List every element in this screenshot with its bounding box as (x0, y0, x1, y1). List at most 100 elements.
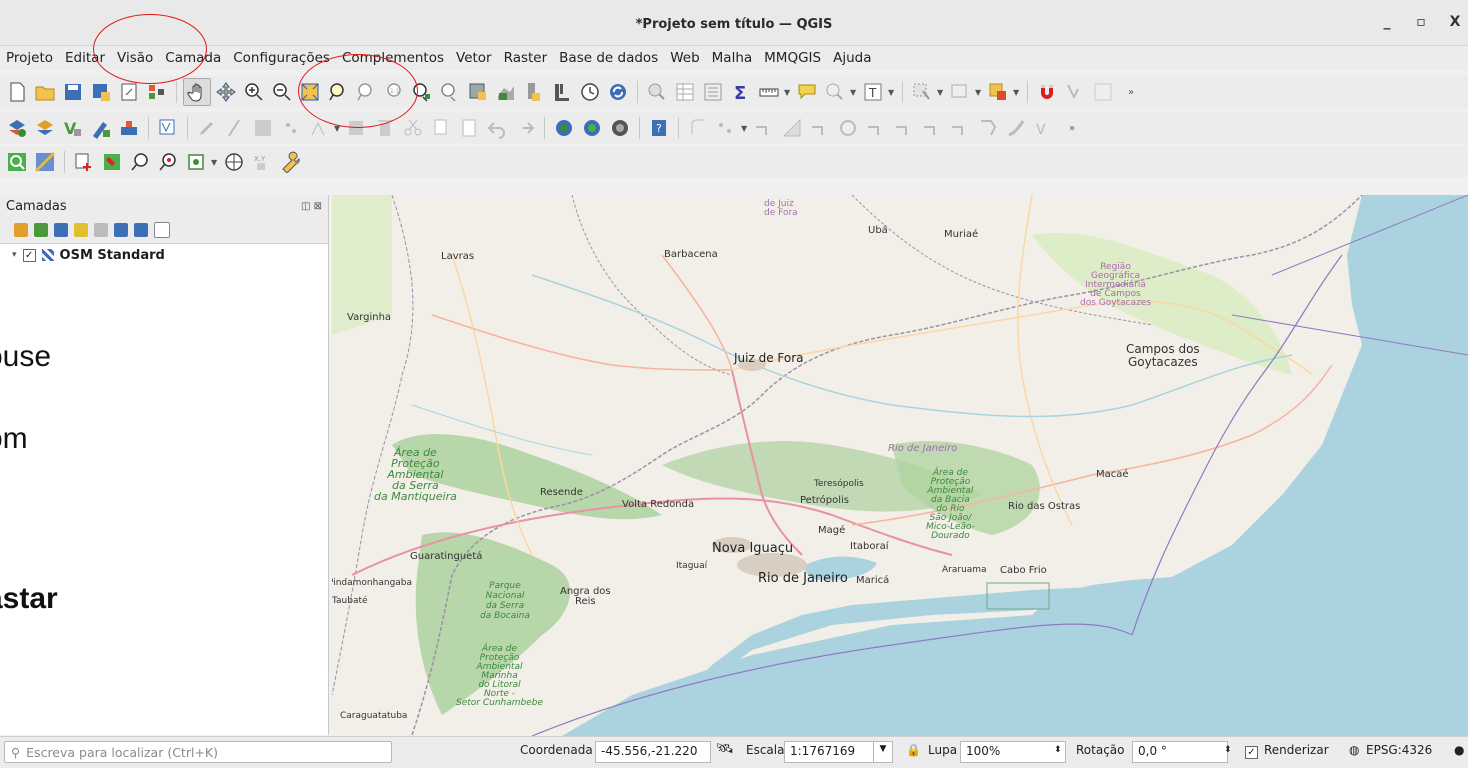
offset-curve-icon[interactable] (779, 115, 805, 141)
attribute-table-icon[interactable] (672, 79, 698, 105)
zoom-to-selection-icon[interactable] (325, 79, 351, 105)
statistics-sum-icon[interactable]: Σ (728, 79, 754, 105)
locator-search[interactable]: ⚲ Escreva para localizar (Ctrl+K) (4, 741, 392, 763)
overflow-icon[interactable]: » (1118, 79, 1144, 105)
chevron-down-icon[interactable]: ▼ (975, 88, 983, 97)
maximize-button[interactable]: ▫ (1414, 14, 1428, 30)
vector-misc-icon[interactable]: V (1031, 115, 1057, 141)
clock-icon[interactable] (577, 79, 603, 105)
collapse-all-icon[interactable] (134, 223, 148, 237)
chevron-down-icon[interactable]: ▼ (937, 88, 945, 97)
toggle-extents-icon[interactable]: 🛰 (716, 741, 734, 757)
lock-icon[interactable]: 🔒 (906, 743, 921, 757)
add-layer-icon[interactable] (4, 115, 30, 141)
measure-icon[interactable] (756, 79, 782, 105)
style-manager-icon[interactable] (144, 79, 170, 105)
scale-dropdown[interactable]: ▼ (873, 741, 893, 763)
add-virtual-layer-icon[interactable] (155, 115, 181, 141)
edit-pencil-icon[interactable] (194, 115, 220, 141)
crs-button[interactable]: EPSG:4326 (1366, 743, 1432, 757)
menu-camada[interactable]: Camada (159, 50, 227, 66)
deselect-icon[interactable] (985, 79, 1011, 105)
save-as-icon[interactable] (88, 79, 114, 105)
split-features-icon[interactable] (807, 115, 833, 141)
delete-part-icon[interactable] (975, 115, 1001, 141)
show-bookmarks-icon[interactable] (493, 79, 519, 105)
overflow-icon[interactable]: » (1059, 115, 1085, 141)
vertex-tool-icon[interactable] (1062, 79, 1088, 105)
paste-icon[interactable] (456, 115, 482, 141)
add-group-icon[interactable] (34, 223, 48, 237)
add-polygon-icon[interactable] (685, 115, 711, 141)
expand-all-icon[interactable] (114, 223, 128, 237)
locate-icon[interactable] (4, 149, 30, 175)
chevron-down-icon[interactable]: ▼ (1013, 88, 1021, 97)
delete-icon[interactable] (372, 115, 398, 141)
zoom-to-layer-icon[interactable] (353, 79, 379, 105)
stepper-icon[interactable]: ⬍ (1054, 745, 1062, 755)
magnet-icon[interactable] (1034, 79, 1060, 105)
help-icon[interactable]: ? (646, 115, 672, 141)
crs-globe-icon[interactable]: ◍ (1349, 743, 1359, 757)
filter-icon[interactable] (74, 223, 88, 237)
select-features-icon[interactable] (909, 79, 935, 105)
refresh-icon[interactable] (605, 79, 631, 105)
messages-icon[interactable]: ● (1454, 743, 1464, 757)
vertex-edit-icon[interactable] (306, 115, 332, 141)
filter-expression-icon[interactable] (94, 223, 108, 237)
zoom-out-icon[interactable] (269, 79, 295, 105)
grid-icon[interactable] (1090, 79, 1116, 105)
fill-ring-icon[interactable] (947, 115, 973, 141)
menu-web[interactable]: Web (664, 50, 705, 66)
remove-layer-icon[interactable] (154, 222, 170, 238)
map-tips-icon[interactable] (794, 79, 820, 105)
add-point-icon[interactable] (278, 115, 304, 141)
simplify-icon[interactable] (891, 115, 917, 141)
search-icon[interactable] (127, 149, 153, 175)
layer-row[interactable]: ▾ ✓ OSM Standard (0, 244, 328, 266)
menu-malha[interactable]: Malha (706, 50, 759, 66)
add-ring-icon[interactable] (713, 115, 739, 141)
chevron-down-icon[interactable]: ▼ (334, 124, 342, 133)
add-db-layer-icon[interactable] (116, 115, 142, 141)
chevron-down-icon[interactable]: ▼ (211, 158, 219, 167)
search-points-icon[interactable] (155, 149, 181, 175)
xy-tools-icon[interactable]: X,Y (249, 149, 275, 175)
save-project-icon[interactable] (60, 79, 86, 105)
reshape-icon[interactable] (751, 115, 777, 141)
menu-visao[interactable]: Visão (111, 50, 159, 66)
pan-to-selection-icon[interactable] (213, 79, 239, 105)
undo-icon[interactable] (484, 115, 510, 141)
render-checkbox[interactable]: ✓ (1245, 746, 1258, 759)
zoom-native-icon[interactable]: 1:1 (381, 79, 407, 105)
magnifier-field[interactable]: 100% (960, 741, 1066, 763)
temporal-controller-icon[interactable] (549, 79, 575, 105)
close-button[interactable]: X (1448, 14, 1462, 30)
add-vector-icon[interactable]: V (60, 115, 86, 141)
menu-mmqgis[interactable]: MMQGIS (758, 50, 827, 66)
globe-settings-icon[interactable] (607, 115, 633, 141)
rotate-point-icon[interactable] (863, 115, 889, 141)
map-canvas[interactable]: de Juiz de Fora Ubá Muriaé Lavras Barbace… (332, 195, 1468, 736)
split-parts-icon[interactable] (1003, 115, 1029, 141)
menu-base-de-dados[interactable]: Base de dados (553, 50, 664, 66)
georeferencer-icon[interactable] (32, 149, 58, 175)
redo-icon[interactable] (512, 115, 538, 141)
search-input[interactable]: Escreva para localizar (Ctrl+K) (26, 745, 218, 760)
annotation-search-icon[interactable] (822, 79, 848, 105)
add-feature-icon[interactable] (71, 149, 97, 175)
wrench-icon[interactable] (277, 149, 303, 175)
chevron-down-icon[interactable]: ▼ (741, 124, 749, 133)
zoom-last-icon[interactable] (409, 79, 435, 105)
globe-icon[interactable] (221, 149, 247, 175)
menu-editar[interactable]: Editar (59, 50, 111, 66)
new-bookmark-icon[interactable] (465, 79, 491, 105)
menu-raster[interactable]: Raster (498, 50, 554, 66)
globe-add-icon[interactable] (579, 115, 605, 141)
edit-line-icon[interactable] (222, 115, 248, 141)
menu-ajuda[interactable]: Ajuda (827, 50, 877, 66)
select-by-value-icon[interactable] (947, 79, 973, 105)
coordinate-field[interactable]: -45.556,-21.220 (595, 741, 711, 763)
stepper-icon[interactable]: ⬍ (1224, 745, 1232, 755)
chevron-down-icon[interactable]: ▼ (888, 88, 896, 97)
